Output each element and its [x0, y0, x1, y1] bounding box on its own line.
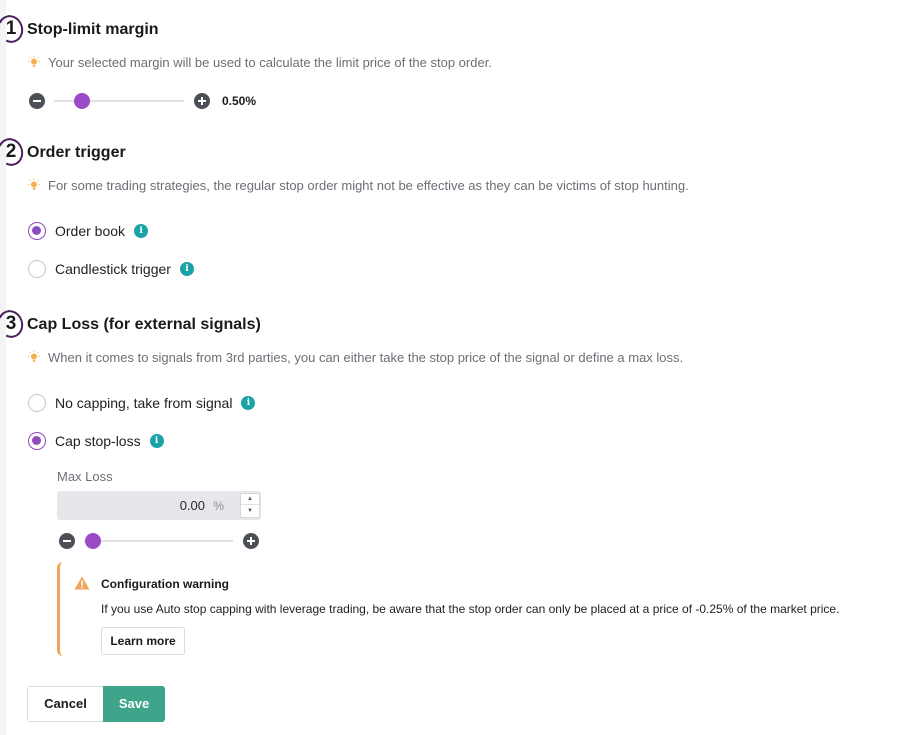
warning-triangle-icon [74, 576, 90, 590]
margin-slider-thumb[interactable] [73, 93, 90, 109]
warning-body: If you use Auto stop capping with levera… [101, 602, 840, 616]
decrease-margin-button[interactable] [29, 93, 45, 109]
radio-button[interactable] [28, 260, 46, 278]
max-loss-slider-track[interactable] [84, 540, 233, 542]
lightbulb-icon [27, 178, 41, 192]
info-icon[interactable]: i [149, 434, 164, 448]
step-number: 1 [5, 18, 17, 39]
stop-settings-panel: 1 Stop-limit margin Your selected margin… [0, 0, 905, 735]
radio-order-book[interactable]: Order book i [28, 221, 149, 241]
hint-text: For some trading strategies, the regular… [48, 177, 689, 193]
max-loss-label: Max Loss [57, 469, 113, 484]
configuration-warning: Configuration warning If you use Auto st… [57, 562, 897, 656]
hint-order-trigger: For some trading strategies, the regular… [27, 176, 689, 194]
step-number: 3 [5, 313, 17, 334]
save-button[interactable]: Save [103, 686, 165, 722]
radio-candlestick-trigger[interactable]: Candlestick trigger i [28, 259, 194, 279]
max-loss-stepper[interactable]: ▲ ▼ [240, 493, 260, 518]
step-number: 2 [5, 141, 17, 162]
radio-cap-stop-loss[interactable]: Cap stop-loss i [28, 431, 164, 451]
radio-button[interactable] [28, 222, 46, 240]
max-loss-value[interactable]: 0.00 [180, 498, 205, 513]
hint-cap-loss: When it comes to signals from 3rd partie… [27, 348, 683, 366]
lightbulb-icon [27, 55, 41, 69]
info-icon[interactable]: i [241, 396, 256, 410]
radio-button[interactable] [28, 394, 46, 412]
max-loss-input[interactable]: 0.00 % ▲ ▼ [57, 491, 261, 520]
cancel-button[interactable]: Cancel [27, 686, 104, 722]
info-icon[interactable]: i [179, 262, 194, 276]
lightbulb-icon [27, 350, 41, 364]
increase-margin-button[interactable] [194, 93, 210, 109]
max-loss-unit: % [213, 499, 224, 513]
hint-text: When it comes to signals from 3rd partie… [48, 349, 684, 365]
section-title-stop-limit: Stop-limit margin [27, 21, 159, 38]
section-title-order-trigger: Order trigger [27, 144, 126, 161]
radio-label[interactable]: No capping, take from signal [55, 395, 232, 411]
decrement-arrow-icon[interactable]: ▼ [241, 506, 259, 517]
radio-label[interactable]: Order book [55, 223, 125, 239]
radio-label[interactable]: Cap stop-loss [55, 433, 141, 449]
warning-title: Configuration warning [101, 577, 229, 591]
radio-label[interactable]: Candlestick trigger [55, 261, 171, 277]
max-loss-slider-thumb[interactable] [85, 533, 101, 549]
left-rule [0, 0, 6, 735]
info-icon[interactable]: i [134, 224, 149, 238]
hint-stop-limit: Your selected margin will be used to cal… [27, 53, 492, 71]
increment-arrow-icon[interactable]: ▲ [241, 494, 259, 505]
radio-no-capping[interactable]: No capping, take from signal i [28, 393, 256, 413]
hint-text: Your selected margin will be used to cal… [48, 54, 492, 70]
learn-more-button[interactable]: Learn more [101, 627, 185, 655]
decrease-max-loss-button[interactable] [59, 533, 75, 549]
section-title-cap-loss: Cap Loss (for external signals) [27, 316, 261, 333]
increase-max-loss-button[interactable] [243, 533, 259, 549]
margin-value: 0.50% [222, 94, 257, 108]
radio-button[interactable] [28, 432, 46, 450]
